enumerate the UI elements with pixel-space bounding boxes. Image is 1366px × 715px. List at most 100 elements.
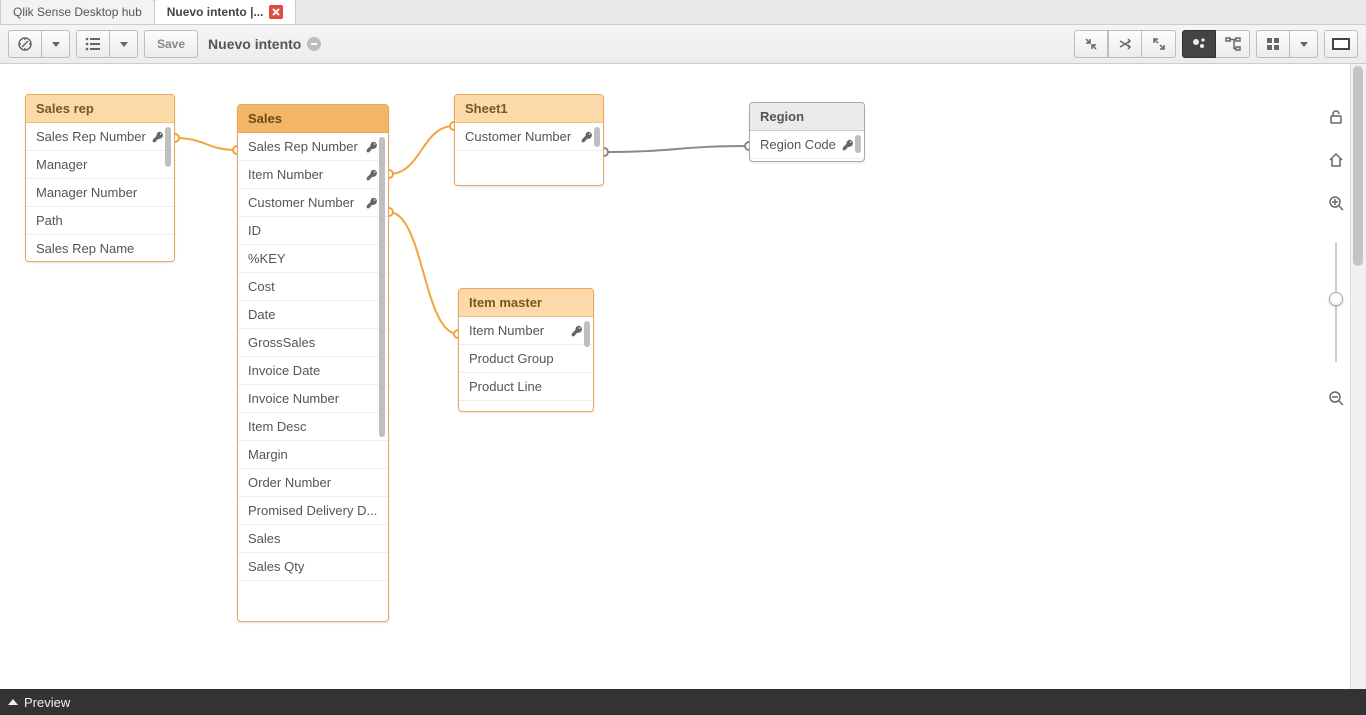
table-field[interactable]: Sales Rep Number (238, 133, 388, 161)
table-field[interactable]: Cost (238, 273, 388, 301)
table-field[interactable]: %KEY (238, 245, 388, 273)
key-icon (581, 131, 593, 143)
field-label: Manager (36, 151, 87, 179)
field-label: Date (248, 301, 275, 329)
grid-dropdown[interactable] (1290, 30, 1318, 58)
table-title[interactable]: Item master (459, 289, 593, 317)
key-icon (366, 169, 378, 181)
field-label: Customer Number (248, 189, 354, 217)
tab-app[interactable]: Nuevo intento |... (154, 0, 297, 24)
table-title[interactable]: Sheet1 (455, 95, 603, 123)
field-list: Customer Number (455, 123, 603, 185)
chevron-down-icon (120, 42, 128, 47)
table-field[interactable]: Item Number (238, 161, 388, 189)
link-layer (0, 64, 1366, 689)
tab-strip: Qlik Sense Desktop hub Nuevo intento |..… (0, 0, 1366, 25)
table-title[interactable]: Sales rep (26, 95, 174, 123)
table-sheet1[interactable]: Sheet1Customer Number (454, 94, 604, 186)
fullscreen-button[interactable] (1324, 30, 1358, 58)
field-label: ID (248, 217, 261, 245)
table-field[interactable]: Product Group (459, 345, 593, 373)
zoom-out-icon[interactable] (1328, 390, 1344, 409)
app-status-icon (307, 37, 321, 51)
field-label: Path (36, 207, 63, 235)
zoom-slider[interactable] (1335, 242, 1337, 362)
table-field[interactable]: Promised Delivery D... (238, 497, 388, 525)
table-field[interactable]: Order Number (238, 469, 388, 497)
table-sales_rep[interactable]: Sales repSales Rep NumberManagerManager … (25, 94, 175, 262)
table-field[interactable]: GrossSales (238, 329, 388, 357)
tab-hub[interactable]: Qlik Sense Desktop hub (0, 0, 155, 24)
field-list: Item NumberProduct GroupProduct Line (459, 317, 593, 411)
triangle-up-icon (8, 699, 18, 705)
field-label: Invoice Number (248, 385, 339, 413)
field-scroll-thumb[interactable] (379, 137, 385, 437)
lock-icon[interactable] (1328, 109, 1344, 128)
field-label: Item Number (469, 317, 544, 345)
table-field[interactable]: ID (238, 217, 388, 245)
nav-compass-group (8, 30, 70, 58)
table-field[interactable]: Invoice Date (238, 357, 388, 385)
field-label: Sales Rep Name (36, 235, 134, 261)
collapse-button[interactable] (1074, 30, 1108, 58)
table-field[interactable]: Item Number (459, 317, 593, 345)
zoom-in-icon[interactable] (1328, 195, 1344, 214)
bubble-view-button[interactable] (1182, 30, 1216, 58)
field-label: Invoice Date (248, 357, 320, 385)
data-model-canvas[interactable]: Sales repSales Rep NumberManagerManager … (0, 64, 1366, 689)
grid-view-button[interactable] (1256, 30, 1290, 58)
table-field[interactable]: Sales Rep Number (26, 123, 174, 151)
list-menu-group (76, 30, 138, 58)
table-field[interactable]: Sales Qty (238, 553, 388, 581)
table-field[interactable]: Sales (238, 525, 388, 553)
table-title[interactable]: Sales (238, 105, 388, 133)
shuffle-button[interactable] (1108, 30, 1142, 58)
table-sales[interactable]: SalesSales Rep NumberItem NumberCustomer… (237, 104, 389, 622)
home-icon[interactable] (1328, 152, 1344, 171)
field-list: Sales Rep NumberManagerManager NumberPat… (26, 123, 174, 261)
table-field[interactable]: Path (26, 207, 174, 235)
canvas-scrollbar[interactable] (1350, 64, 1366, 689)
table-field[interactable]: Product Line (459, 373, 593, 401)
field-scroll-thumb[interactable] (165, 127, 171, 167)
table-field[interactable]: Manager (26, 151, 174, 179)
zoom-slider-handle[interactable] (1329, 292, 1343, 306)
view-arrows-group (1074, 30, 1176, 58)
toolbar: Save Nuevo intento (0, 25, 1366, 64)
tree-view-button[interactable] (1216, 30, 1250, 58)
list-dropdown[interactable] (110, 30, 138, 58)
table-field[interactable]: Customer Number (238, 189, 388, 217)
field-label: Product Line (469, 373, 542, 401)
compass-dropdown[interactable] (42, 30, 70, 58)
field-scroll-thumb[interactable] (594, 127, 600, 147)
tab-label: Qlik Sense Desktop hub (13, 0, 142, 24)
expand-button[interactable] (1142, 30, 1176, 58)
table-field[interactable]: Manager Number (26, 179, 174, 207)
table-region[interactable]: RegionRegion Code (749, 102, 865, 162)
list-button[interactable] (76, 30, 110, 58)
table-field[interactable]: Sales Rep Name (26, 235, 174, 261)
field-label: Promised Delivery D... (248, 497, 377, 525)
table-field[interactable]: Margin (238, 441, 388, 469)
preview-bar[interactable]: Preview (0, 689, 1366, 715)
key-icon (571, 325, 583, 337)
table-title[interactable]: Region (750, 103, 864, 131)
chevron-down-icon (52, 42, 60, 47)
close-icon[interactable] (269, 5, 283, 19)
table-field[interactable]: Region Code (750, 131, 864, 159)
compass-button[interactable] (8, 30, 42, 58)
field-scroll-thumb[interactable] (855, 135, 861, 153)
field-label: Sales Rep Number (36, 123, 146, 151)
table-field[interactable]: Date (238, 301, 388, 329)
field-scroll-thumb[interactable] (584, 321, 590, 347)
grid-view-group (1256, 30, 1318, 58)
scrollbar-thumb[interactable] (1353, 66, 1363, 266)
table-field[interactable]: Invoice Number (238, 385, 388, 413)
save-button[interactable]: Save (144, 30, 198, 58)
field-label: Customer Number (465, 123, 571, 151)
table-field[interactable]: Item Desc (238, 413, 388, 441)
table-field[interactable]: Customer Number (455, 123, 603, 151)
table-item_master[interactable]: Item masterItem NumberProduct GroupProdu… (458, 288, 594, 412)
field-label: Product Group (469, 345, 554, 373)
field-label: Order Number (248, 469, 331, 497)
